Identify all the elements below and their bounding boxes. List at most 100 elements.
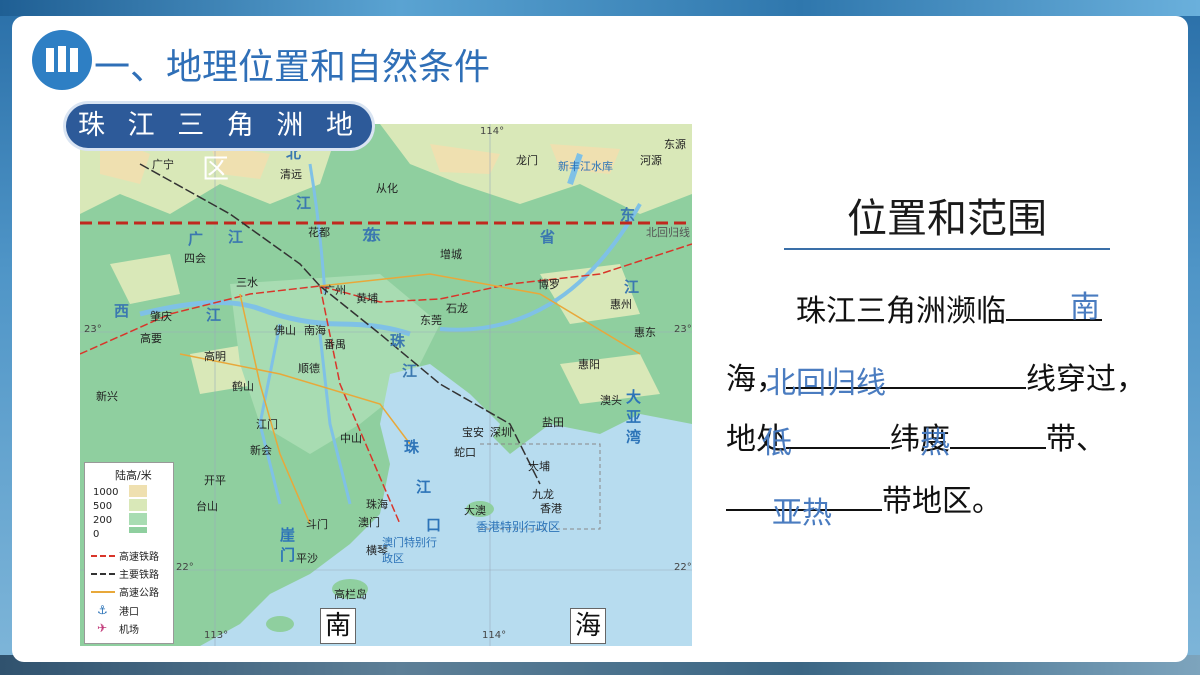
city-label: 肇庆 — [150, 310, 172, 323]
question-text: 线穿过， — [1026, 362, 1146, 397]
city-label: 开平 — [204, 474, 226, 487]
bay-label: 大 — [626, 388, 642, 406]
city-label: 深圳 — [490, 426, 512, 439]
coord-label: 114° — [482, 630, 507, 641]
legend-elevation: 500 — [93, 501, 113, 512]
city-label: 黄埔 — [356, 292, 378, 305]
question-line-1: 珠江三角洲濒临 — [796, 286, 1102, 330]
city-label: 惠州 — [610, 298, 632, 311]
city-label: 新兴 — [96, 390, 118, 403]
question-text: 带、 — [1046, 422, 1106, 457]
estuary-label: 珠 — [404, 438, 420, 456]
port-icon: ⚓ — [97, 603, 108, 617]
panel-divider — [784, 248, 1110, 250]
legend-swatch — [129, 485, 147, 497]
estuary-label: 口 — [426, 516, 442, 534]
city-label: 大埔 — [528, 460, 550, 473]
bay-label: 湾 — [626, 428, 642, 446]
region-label: 江 — [206, 306, 222, 324]
book-icon — [32, 30, 92, 90]
city-label: 珠海 — [366, 498, 388, 511]
city-label: 惠阳 — [578, 358, 600, 371]
city-label: 惠东 — [634, 326, 656, 339]
city-label: 鹤山 — [232, 380, 254, 393]
estuary-label: 江 — [416, 478, 432, 496]
region-label: 江 — [402, 362, 418, 380]
estuary-label: 崖 — [280, 526, 296, 544]
answer-line: 北回归线 — [766, 366, 886, 401]
city-label: 江门 — [256, 418, 278, 431]
legend-line-rail — [91, 573, 115, 575]
city-label: 博罗 — [538, 278, 560, 291]
city-label: 石龙 — [446, 302, 468, 315]
question-text: 珠江三角洲濒临 — [796, 294, 1006, 329]
city-label: 平沙 — [296, 552, 318, 565]
region-label: 江 — [624, 278, 640, 296]
coord-label: 114° — [480, 126, 505, 137]
region-label: 江 — [228, 228, 244, 246]
city-label: 四会 — [184, 252, 206, 265]
city-label: 斗门 — [306, 518, 328, 531]
city-label: 花都 — [308, 226, 330, 239]
macau-sar-label: 澳门特别行政区 — [382, 536, 437, 565]
coord-label: 113° — [204, 630, 229, 641]
section-title: 一、地理位置和自然条件 — [94, 47, 491, 88]
city-label: 三水 — [236, 276, 258, 289]
city-label: 高要 — [140, 332, 162, 345]
city-label: 盐田 — [542, 416, 564, 429]
city-label: 从化 — [376, 182, 398, 195]
legend-elevation: 0 — [93, 529, 100, 540]
region-label: 广 — [188, 230, 204, 248]
city-label: 宝安 — [462, 426, 484, 439]
city-label: 东莞 — [420, 314, 442, 327]
estuary-label: 门 — [280, 546, 296, 564]
legend-line-road — [91, 591, 115, 593]
city-label: 广宁 — [152, 158, 174, 171]
legend-item: 高速公路 — [119, 588, 159, 599]
city-label: 番禺 — [324, 338, 346, 351]
legend-elevation: 1000 — [93, 487, 119, 498]
coord-label: 22° — [176, 562, 194, 573]
region-label: 江 — [296, 194, 312, 212]
city-label: 龙门 — [516, 154, 538, 167]
legend-title: 陆高/米 — [115, 469, 152, 482]
city-label: 大澳 — [464, 504, 486, 517]
city-label: 高栏岛 — [334, 588, 367, 601]
city-label: 河源 — [640, 154, 662, 167]
legend-item: 高速铁路 — [119, 552, 159, 563]
map-legend: 陆高/米 1000 500 200 0 高速铁路 主要铁路 高速公路 ⚓ 港口 … — [84, 462, 174, 644]
legend-swatch — [129, 513, 147, 525]
answer-sea: 南 — [1070, 290, 1100, 325]
coord-label: 22° — [674, 562, 692, 573]
map-title-badge: 珠 江 三 角 洲 地 区 — [66, 104, 372, 185]
city-label: 蛇口 — [454, 446, 476, 459]
coord-label: 23° — [84, 324, 102, 335]
legend-line-hsr — [91, 555, 115, 557]
legend-item: 港口 — [119, 607, 139, 618]
region-label: 省 — [540, 228, 556, 246]
city-label: 南海 — [304, 324, 326, 337]
answer-latitude: 低 — [762, 426, 792, 461]
city-label: 台山 — [196, 500, 218, 513]
region-label: 珠 — [390, 332, 406, 350]
legend-swatch — [129, 527, 147, 533]
question-line-4: 带地区。 — [726, 476, 1002, 520]
tropic-label: 北回归线 — [646, 226, 690, 239]
legend-swatch — [129, 499, 147, 511]
city-label: 香港 — [540, 502, 562, 515]
blank — [950, 419, 1046, 449]
city-label: 东源 — [664, 138, 686, 151]
legend-item: 主要铁路 — [119, 570, 159, 581]
coord-label: 23° — [674, 324, 692, 335]
city-label: 高明 — [204, 350, 226, 363]
answer-climate: 亚热 — [772, 496, 832, 531]
region-label: 东 — [366, 226, 382, 244]
airport-icon: ✈ — [97, 621, 108, 635]
sea-label-south: 南 — [320, 608, 356, 644]
region-label: 西 — [114, 302, 130, 320]
blank — [786, 419, 890, 449]
answer-zone: 热 — [920, 426, 950, 461]
city-label: 新会 — [250, 444, 272, 457]
city-label: 顺德 — [298, 362, 320, 375]
panel-title: 位置和范围 — [847, 196, 1047, 242]
